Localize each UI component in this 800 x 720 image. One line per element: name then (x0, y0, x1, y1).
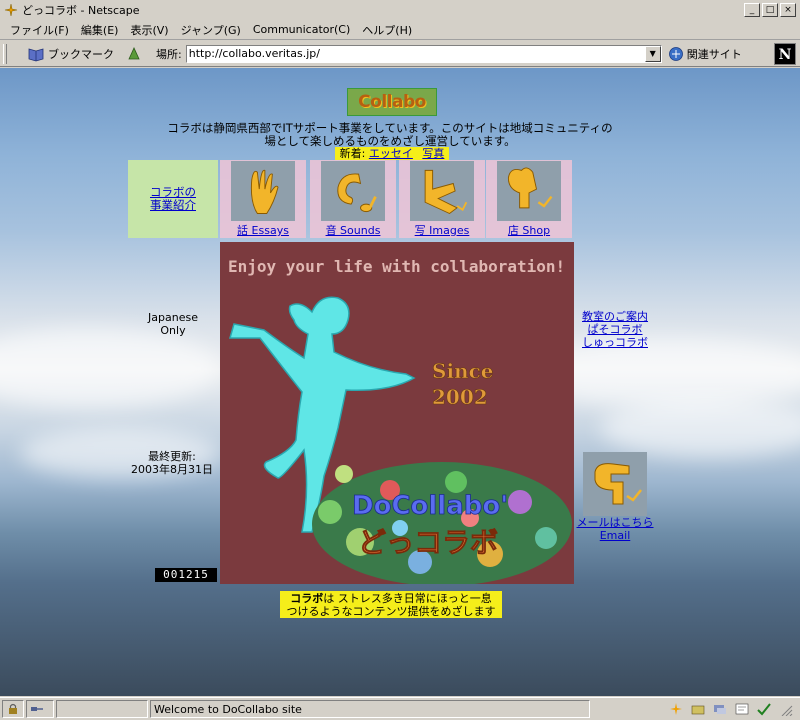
collabo-logo[interactable]: Collabo (347, 88, 437, 116)
related-sites-button[interactable]: 関連サイト (668, 46, 742, 62)
news-box: 新着: エッセイ 写真 (335, 147, 449, 160)
hero-since-text: Since (432, 359, 493, 383)
shop-icon[interactable] (497, 161, 561, 221)
netscape-logo[interactable]: N (774, 43, 796, 65)
hero-image: Enjoy your life with collaboration! Sinc… (220, 242, 574, 584)
news-photo-link[interactable]: 写真 (422, 147, 444, 160)
class-links: 教室のご案内 ぱそコラボ しゅっコラボ (570, 310, 660, 349)
class-info-link[interactable]: 教室のご案内 (570, 310, 660, 323)
tagline-box: コラボは ストレス多き日常にほっと一息 つけるようなコンテンツ提供をめざします (280, 591, 502, 618)
page-proxy-icon[interactable] (126, 46, 142, 62)
close-button[interactable]: × (780, 3, 796, 17)
menu-communicator[interactable]: Communicator(C) (247, 23, 356, 36)
hero-banner-text: Enjoy your life with collaboration! (228, 257, 565, 276)
menu-bar: ファイル(F) 編集(E) 表示(V) ジャンプ(G) Communicator… (0, 20, 800, 40)
title-bar: どっコラボ - Netscape _ □ × (0, 0, 800, 20)
business-intro-line-1: コラボの (150, 185, 196, 199)
related-sites-label: 関連サイト (686, 47, 742, 61)
business-intro-line-2: 事業紹介 (150, 198, 196, 212)
page-check-icon[interactable] (756, 702, 772, 716)
logo-text: Collabo (358, 92, 426, 112)
last-updated-label: 最終更新: (148, 450, 196, 463)
address-field[interactable]: ▼ (185, 44, 662, 63)
last-updated-date: 2003年8月31日 (131, 463, 213, 476)
related-sites-icon (668, 46, 683, 61)
japanese-only-line-1: Japanese (148, 311, 198, 324)
resize-grip-icon[interactable] (778, 702, 794, 716)
business-intro-link[interactable]: コラボの 事業紹介 (150, 186, 196, 212)
composer-icon[interactable] (734, 702, 750, 716)
bookmarks-button[interactable]: ブックマーク (27, 46, 114, 62)
menu-go[interactable]: ジャンプ(G) (175, 22, 247, 38)
toolbar-grip[interactable] (3, 43, 7, 64)
mail-icon[interactable] (583, 452, 647, 516)
security-lock-icon (9, 703, 17, 714)
menu-help[interactable]: ヘルプ(H) (356, 22, 418, 38)
camera-icon[interactable] (410, 161, 474, 221)
discussions-icon[interactable] (712, 702, 728, 716)
menu-view[interactable]: 表示(V) (124, 22, 174, 38)
page-viewport[interactable]: Collabo コラボは静岡県西部でITサポート事業をしています。このサイトは地… (0, 68, 800, 696)
address-input[interactable] (186, 45, 643, 62)
news-essay-link[interactable]: エッセイ (369, 147, 413, 160)
mail-contact: メールはこちら Email (574, 452, 656, 542)
address-label: 場所: (156, 47, 182, 61)
mail-link-line-2: Email (599, 529, 631, 542)
navigator-icon[interactable] (668, 702, 684, 716)
visitor-counter: 001215 (155, 568, 217, 582)
nav-business-intro: コラボの 事業紹介 (128, 160, 218, 238)
nav-card-images: 写 Images (399, 160, 485, 238)
tagline-line-1: コラボは ストレス多き日常にほっと一息 (280, 592, 502, 605)
bookmarks-icon (28, 47, 44, 61)
japanese-only-line-2: Only (160, 324, 186, 337)
note-icon[interactable] (321, 161, 385, 221)
last-updated: 最終更新: 2003年8月31日 (122, 450, 222, 476)
menu-file[interactable]: ファイル(F) (4, 22, 75, 38)
tagline-line-2: つけるようなコンテンツ提供をめざします (286, 605, 496, 618)
pasocollabo-link[interactable]: ぱそコラボ (570, 323, 660, 336)
japanese-only-note: Japanese Only (138, 311, 208, 337)
mail-link[interactable]: メールはこちら Email (574, 516, 656, 542)
shukkollabo-link[interactable]: しゅっコラボ (570, 336, 660, 349)
hero-brand-jp: どっコラボ (358, 526, 498, 559)
hero-illustration: Enjoy your life with collaboration! Sinc… (220, 242, 574, 584)
nav-sounds-link[interactable]: 音 Sounds (326, 222, 381, 238)
connection-cell[interactable] (26, 700, 54, 718)
hand-icon[interactable] (231, 161, 295, 221)
mail-link-line-1: メールはこちら (576, 516, 654, 529)
inbox-icon[interactable] (690, 702, 706, 716)
nav-card-sounds: 音 Sounds (310, 160, 396, 238)
netscape-app-icon (4, 3, 18, 17)
minimize-button[interactable]: _ (744, 3, 760, 17)
window-title: どっコラボ - Netscape (22, 4, 140, 17)
maximize-button[interactable]: □ (762, 3, 778, 17)
status-bar: Welcome to DoCollabo site (0, 697, 800, 720)
window-controls: _ □ × (744, 3, 796, 17)
nav-shop-link[interactable]: 店 Shop (508, 222, 550, 238)
progress-cell (56, 700, 148, 718)
nav-card-essays: 話 Essays (220, 160, 306, 238)
security-cell[interactable] (2, 700, 24, 718)
tagline-bold: コラボ (290, 592, 324, 605)
location-toolbar: ブックマーク 場所: ▼ 関連サイト N (0, 41, 800, 67)
hero-brand-en: DoCollabo' (352, 491, 508, 521)
site-intro: コラボは静岡県西部でITサポート事業をしています。このサイトは地域コミュニティの… (150, 122, 630, 148)
bookmarks-label: ブックマーク (48, 47, 114, 61)
nav-essays-link[interactable]: 話 Essays (237, 222, 289, 238)
status-text: Welcome to DoCollabo site (150, 700, 590, 718)
news-label: 新着: (339, 147, 366, 160)
nav-card-shop: 店 Shop (486, 160, 572, 238)
tagline-rest: は ストレス多き日常にほっと一息 (323, 592, 492, 605)
component-bar (668, 702, 794, 716)
address-dropdown-arrow-icon[interactable]: ▼ (644, 45, 661, 62)
nav-images-link[interactable]: 写 Images (415, 222, 470, 238)
hero-year-text: 2002 (432, 385, 488, 409)
plug-icon (31, 707, 43, 711)
menu-edit[interactable]: 編集(E) (75, 22, 125, 38)
bubble-oval (312, 462, 572, 584)
